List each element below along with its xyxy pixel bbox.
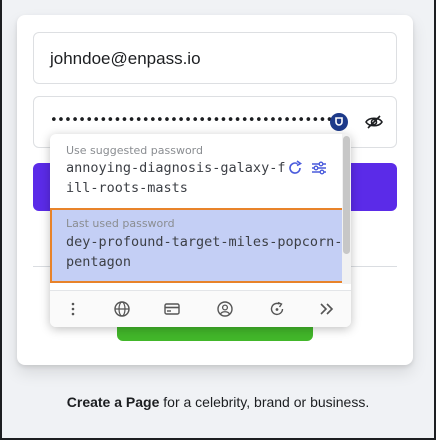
expand-icon[interactable] xyxy=(318,300,336,318)
last-used-password-item[interactable]: Last used password dey-profound-target-m… xyxy=(50,208,344,283)
footer-text: Create a Page for a celebrity, brand or … xyxy=(0,394,436,410)
options-icon[interactable] xyxy=(310,159,328,177)
popup-toolbar xyxy=(50,290,351,327)
refresh-icon[interactable] xyxy=(286,159,304,177)
hide-password-icon[interactable] xyxy=(364,112,384,132)
globe-icon[interactable] xyxy=(113,300,131,318)
password-value: ••••••••••••••••••••••••••••••••••••••••… xyxy=(50,113,347,128)
more-icon[interactable] xyxy=(64,300,82,318)
card-icon[interactable] xyxy=(163,300,181,318)
footer-rest: for a celebrity, brand or business. xyxy=(159,394,370,410)
email-field[interactable]: johndoe@enpass.io xyxy=(33,32,397,84)
suggested-password-item[interactable]: Use suggested password annoying-diagnosi… xyxy=(50,134,341,206)
identity-icon[interactable] xyxy=(216,300,234,318)
suggested-password: annoying-diagnosis-galaxy-fill-roots-mas… xyxy=(66,160,286,196)
enpass-autofill-popup: Use suggested password annoying-diagnosi… xyxy=(50,134,351,327)
enpass-icon[interactable] xyxy=(330,113,348,131)
create-page-link[interactable]: Create a Page xyxy=(67,394,160,410)
suggested-label: Use suggested password xyxy=(66,144,203,157)
scrollbar-thumb[interactable] xyxy=(343,136,350,254)
last-used-password: dey-profound-target-miles-popcorn-pentag… xyxy=(66,234,343,270)
last-used-label: Last used password xyxy=(66,217,175,230)
email-value: johndoe@enpass.io xyxy=(50,49,201,68)
generator-icon[interactable] xyxy=(268,300,286,318)
